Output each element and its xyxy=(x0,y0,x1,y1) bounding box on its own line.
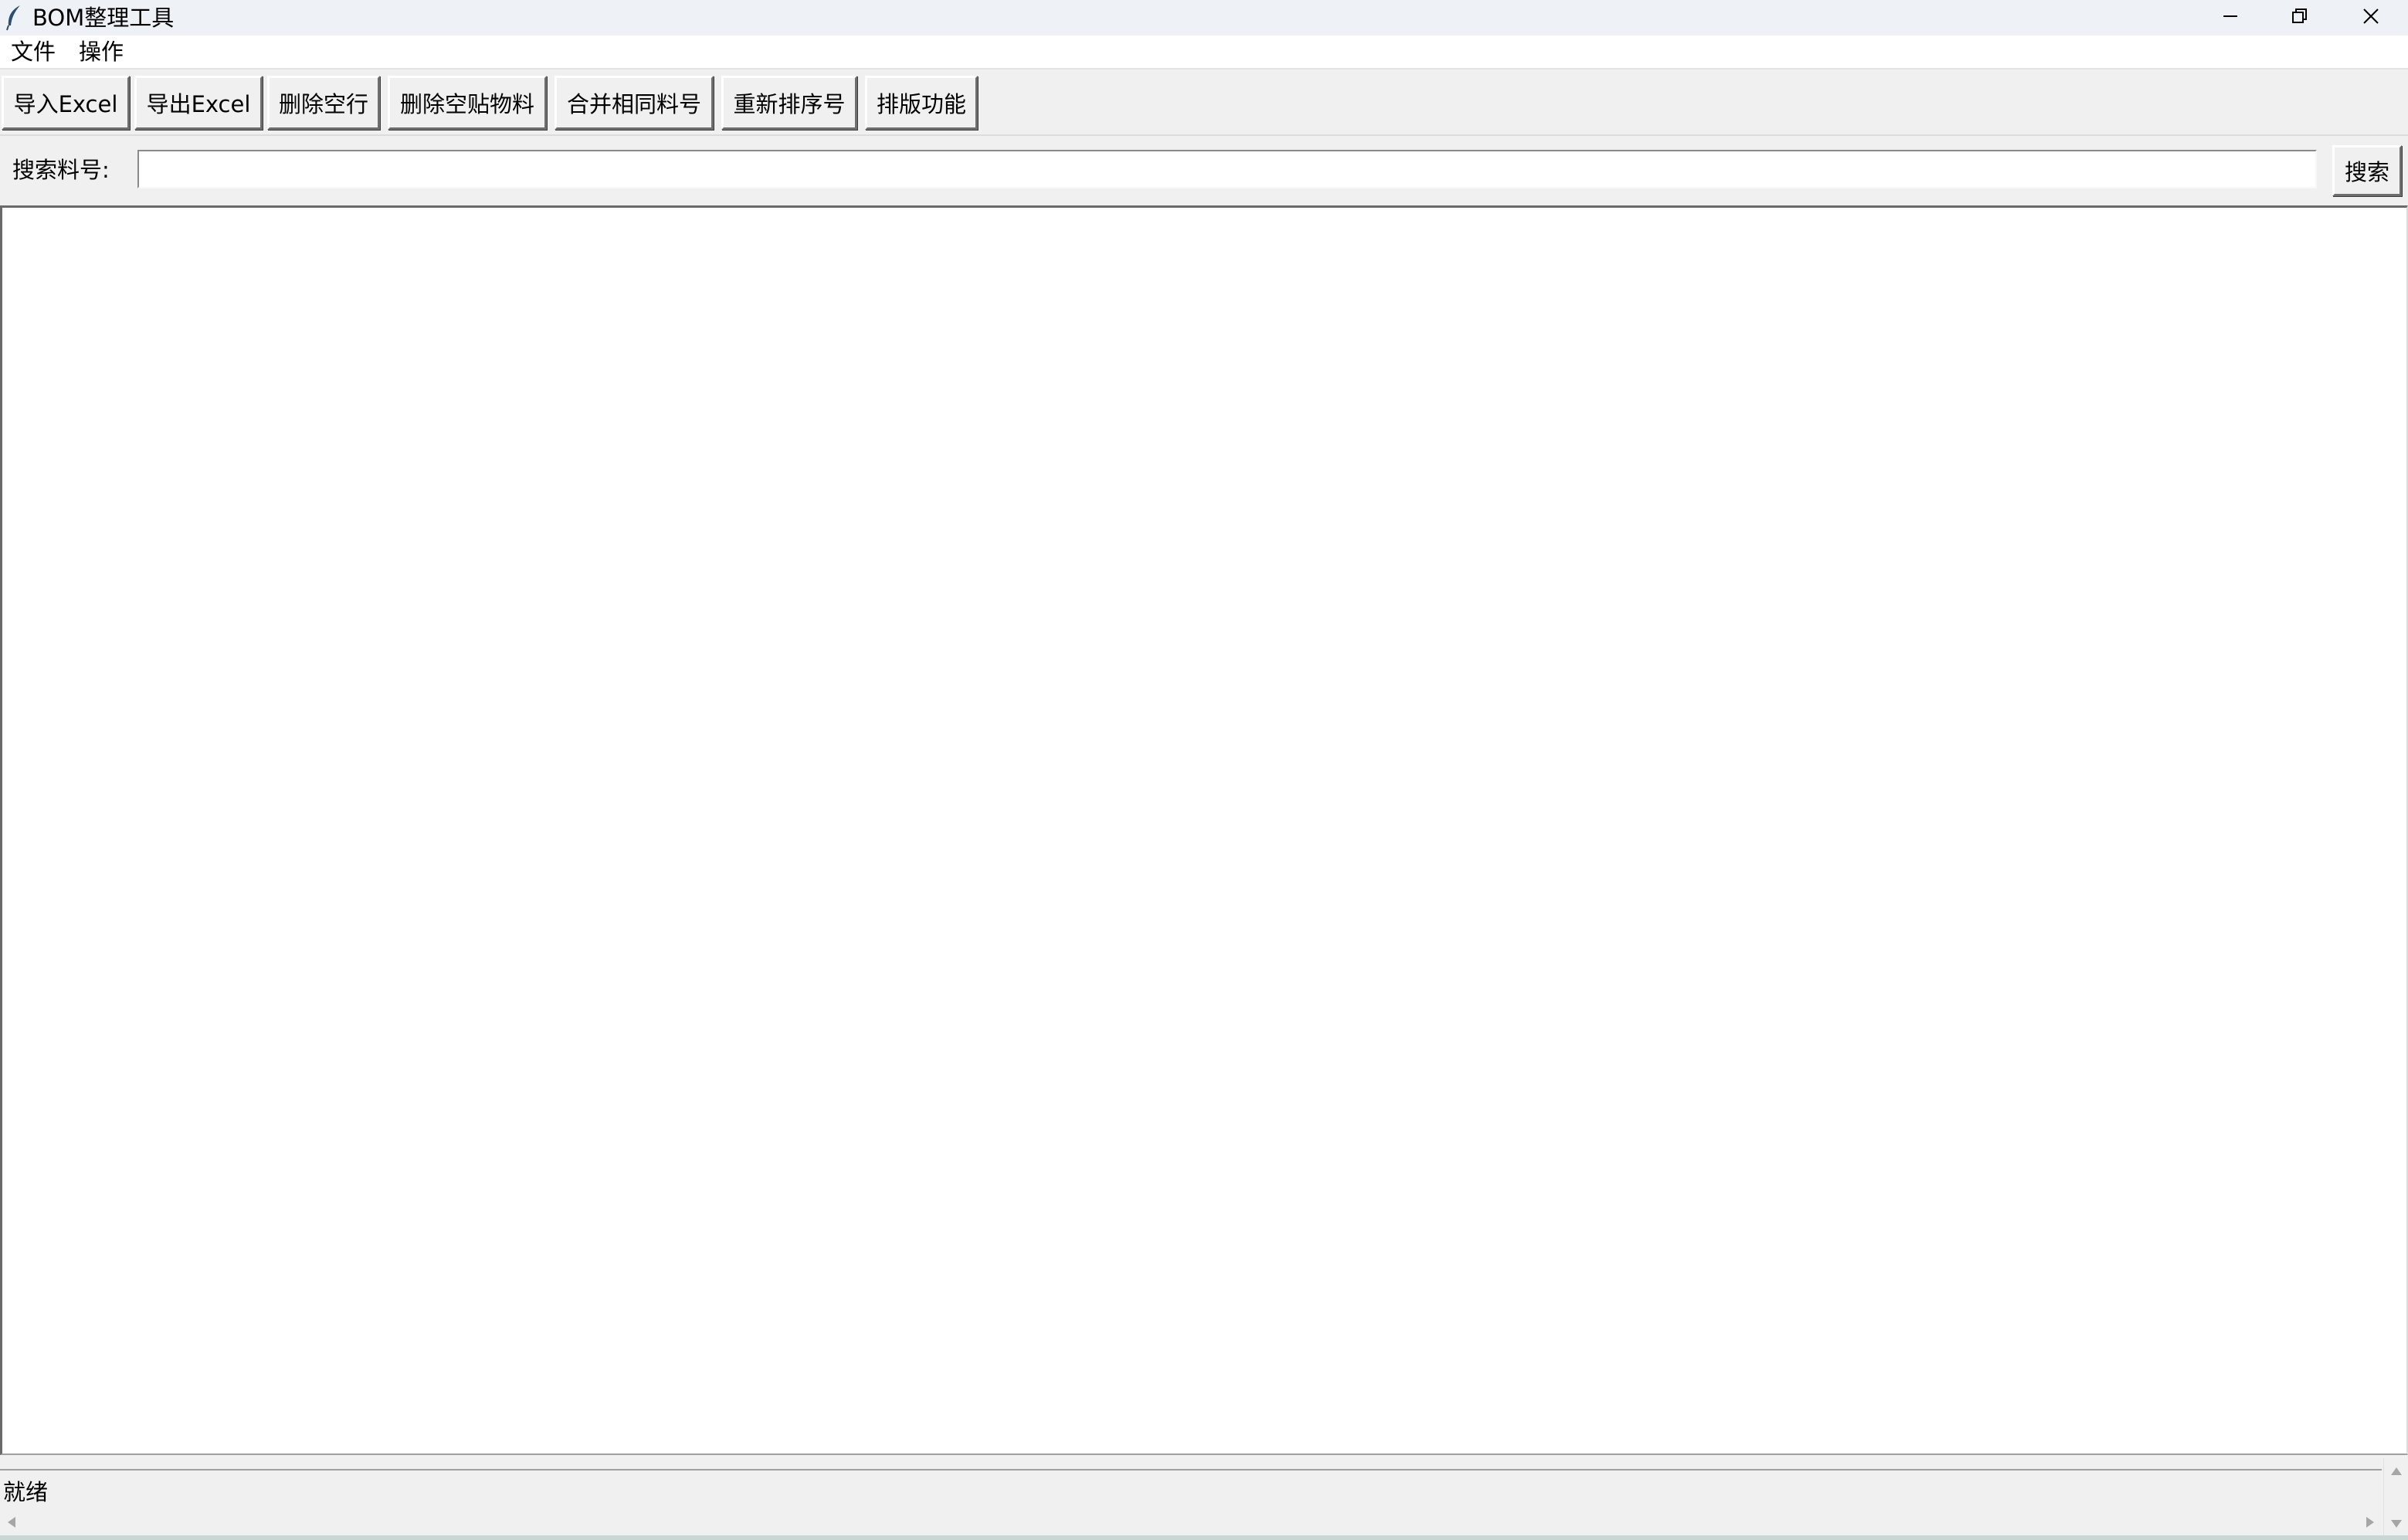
horizontal-scrollbar[interactable] xyxy=(0,1509,2383,1535)
title-bar[interactable]: BOM整理工具 xyxy=(0,0,2408,36)
status-area: 就绪 xyxy=(0,1458,2408,1540)
renumber-button[interactable]: 重新排序号 xyxy=(721,76,857,130)
search-label: 搜索料号: xyxy=(12,157,110,183)
close-icon xyxy=(2362,8,2379,28)
scroll-up-arrow-icon[interactable] xyxy=(2384,1460,2408,1483)
minimize-button[interactable] xyxy=(2195,0,2266,36)
bom-content-area[interactable] xyxy=(0,205,2408,1455)
search-bar: 搜索料号: 搜索 xyxy=(0,137,2408,204)
minimize-icon xyxy=(2223,8,2238,27)
menu-operations[interactable]: 操作 xyxy=(76,36,127,68)
close-button[interactable] xyxy=(2335,0,2406,36)
restore-icon xyxy=(2291,8,2308,28)
export-excel-button[interactable]: 导出Excel xyxy=(134,76,263,130)
search-input[interactable] xyxy=(137,150,2317,188)
status-separator xyxy=(0,1469,2382,1470)
maximize-button[interactable] xyxy=(2264,0,2335,36)
window-bottom-edge xyxy=(0,1535,2408,1540)
merge-same-part-button[interactable]: 合并相同料号 xyxy=(555,76,714,130)
status-text: 就绪 xyxy=(3,1479,49,1505)
menu-bar: 文件 操作 xyxy=(0,36,2408,70)
layout-button[interactable]: 排版功能 xyxy=(865,76,978,130)
window-title: BOM整理工具 xyxy=(32,5,175,31)
vertical-scrollbar[interactable] xyxy=(2383,1458,2408,1540)
toolbar: 导入Excel 导出Excel 删除空行 删除空贴物料 合并相同料号 重新排序号… xyxy=(0,70,2408,136)
scroll-left-arrow-icon[interactable] xyxy=(0,1511,23,1534)
import-excel-button[interactable]: 导入Excel xyxy=(2,76,130,130)
scroll-right-arrow-icon[interactable] xyxy=(2359,1511,2382,1534)
delete-empty-rows-button[interactable]: 删除空行 xyxy=(267,76,380,130)
delete-empty-placement-button[interactable]: 删除空贴物料 xyxy=(388,76,547,130)
feather-icon xyxy=(5,5,23,31)
app-window: BOM整理工具 文件 操作 导入Excel 导出Excel 删除空行 删除空贴物… xyxy=(0,0,2408,1540)
search-button[interactable]: 搜索 xyxy=(2332,145,2402,196)
scroll-down-arrow-icon[interactable] xyxy=(2384,1512,2408,1535)
menu-file[interactable]: 文件 xyxy=(8,36,59,68)
